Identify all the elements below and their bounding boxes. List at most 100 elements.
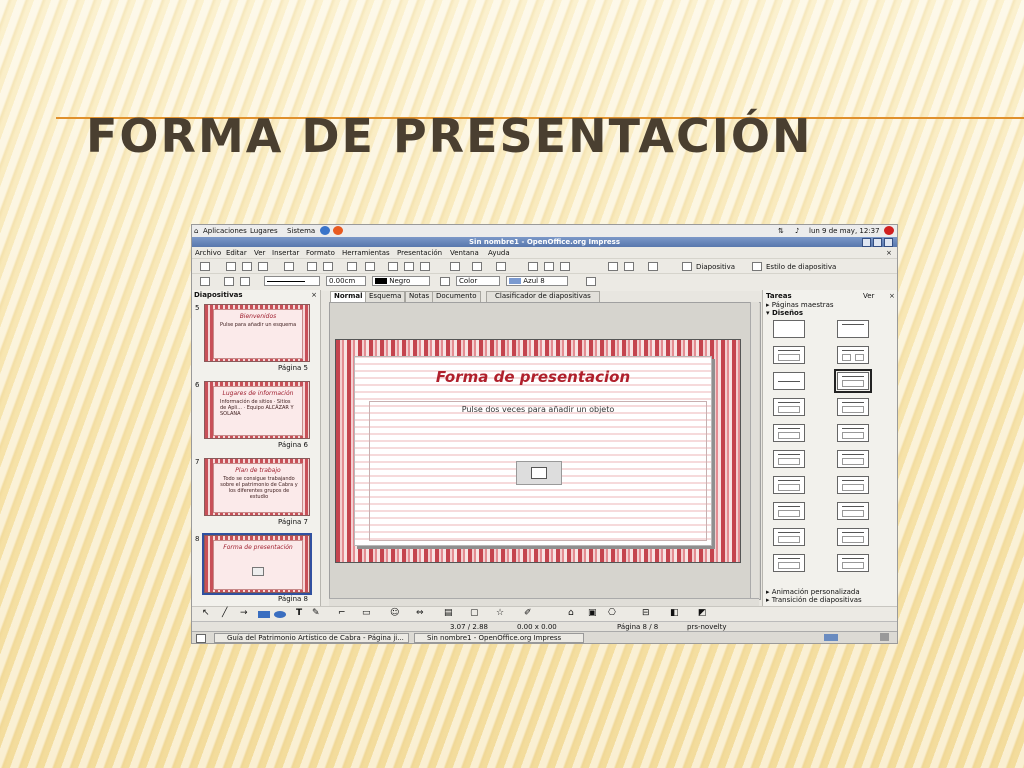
arrange-icon[interactable]: ◧ xyxy=(670,609,679,618)
line-color-select[interactable]: Negro xyxy=(372,276,430,286)
maximize-icon[interactable] xyxy=(873,238,882,247)
vertical-scrollbar[interactable] xyxy=(750,302,759,598)
export-pdf-icon[interactable] xyxy=(307,262,317,271)
slide-design-icon[interactable] xyxy=(752,262,762,271)
image-icon[interactable] xyxy=(560,262,570,271)
table-icon[interactable] xyxy=(544,262,554,271)
layout-title-clipart[interactable] xyxy=(773,450,805,468)
menu-ver[interactable]: Ver xyxy=(254,249,265,257)
volume-icon[interactable]: ♪ xyxy=(795,227,799,235)
menu-aplicaciones[interactable]: Aplicaciones xyxy=(203,227,247,235)
menu-lugares[interactable]: Lugares xyxy=(250,227,278,235)
points-icon[interactable] xyxy=(200,277,210,286)
slide-canvas[interactable]: Forma de presentacion Pulse dos veces pa… xyxy=(335,339,741,563)
arrow-style-icon[interactable] xyxy=(240,277,250,286)
layout-title-clipart-text[interactable] xyxy=(773,424,805,442)
layout-vertical-title-clipart[interactable] xyxy=(837,554,869,572)
area-color-select[interactable]: Azul 8 xyxy=(506,276,568,286)
layout-title-objects[interactable] xyxy=(773,502,805,520)
menu-ayuda[interactable]: Ayuda xyxy=(488,249,510,257)
slide-design-button[interactable]: Estilo de diapositiva xyxy=(766,263,836,271)
gallery-icon[interactable]: ▣ xyxy=(588,609,597,618)
object-placeholder[interactable]: Pulse dos veces para añadir un objeto xyxy=(369,401,707,541)
tasks-view-menu[interactable]: Ver xyxy=(863,292,874,300)
menu-archivo[interactable]: Archivo xyxy=(195,249,221,257)
chart-icon[interactable] xyxy=(528,262,538,271)
edit-file-icon[interactable] xyxy=(284,262,294,271)
paste-icon[interactable] xyxy=(420,262,430,271)
copy-icon[interactable] xyxy=(404,262,414,271)
menu-editar[interactable]: Editar xyxy=(226,249,247,257)
block-arrows-icon[interactable]: ⇔ xyxy=(416,609,424,618)
mail-icon[interactable] xyxy=(333,226,343,235)
menu-insertar[interactable]: Insertar xyxy=(272,249,299,257)
help-icon[interactable] xyxy=(648,262,658,271)
zoom-icon[interactable] xyxy=(624,262,634,271)
callouts-icon[interactable]: ▢ xyxy=(470,609,479,618)
basic-shapes-icon[interactable]: ▭ xyxy=(362,609,371,618)
slide-thumbnail[interactable]: Lugares de información Información de sit… xyxy=(204,381,310,439)
layout-vertical-title[interactable] xyxy=(773,554,805,572)
menu-presentacion[interactable]: Presentación xyxy=(397,249,442,257)
undo-icon[interactable] xyxy=(472,262,482,271)
extrusion-icon[interactable]: ◩ xyxy=(698,609,707,618)
ellipse-icon[interactable] xyxy=(274,611,286,618)
trash-icon[interactable] xyxy=(880,633,889,641)
line-style-select[interactable] xyxy=(264,276,320,286)
slide-thumbnail[interactable]: Bienvenidos Pulse para añadir un esquema xyxy=(204,304,310,362)
minimize-icon[interactable] xyxy=(862,238,871,247)
layout-title-text-object[interactable] xyxy=(773,476,805,494)
shadow-icon[interactable] xyxy=(586,277,596,286)
new-icon[interactable] xyxy=(200,262,210,271)
show-desktop-icon[interactable] xyxy=(196,634,206,643)
navigator-icon[interactable] xyxy=(608,262,618,271)
fontwork-icon[interactable]: ⎔ xyxy=(608,609,616,618)
open-icon[interactable] xyxy=(226,262,236,271)
menu-ventana[interactable]: Ventana xyxy=(450,249,479,257)
redo-icon[interactable] xyxy=(496,262,506,271)
layout-blank[interactable] xyxy=(773,320,805,338)
print-icon[interactable] xyxy=(323,262,333,271)
layout-title-object-text[interactable] xyxy=(837,476,869,494)
layout-title-vertical-text[interactable] xyxy=(837,528,869,546)
cut-icon[interactable] xyxy=(388,262,398,271)
layout-title-only[interactable] xyxy=(837,320,869,338)
menu-sistema[interactable]: Sistema xyxy=(287,227,315,235)
arrow-line-icon[interactable]: → xyxy=(240,609,248,618)
email-icon[interactable] xyxy=(258,262,268,271)
align-icon[interactable]: ⊟ xyxy=(642,609,650,618)
symbol-shapes-icon[interactable]: ☺ xyxy=(390,609,399,618)
layout-title-two-content[interactable] xyxy=(837,346,869,364)
from-file-icon[interactable]: ⌂ xyxy=(568,609,574,618)
slide-title-placeholder[interactable]: Forma de presentacion xyxy=(355,368,711,386)
section-master-pages[interactable]: ▸ Páginas maestras xyxy=(766,301,834,309)
slide-thumbnail[interactable]: Plan de trabajo Todo se consigue trabajan… xyxy=(204,458,310,516)
section-slide-transition[interactable]: ▸ Transición de diapositivas xyxy=(766,596,862,604)
layout-title-table[interactable] xyxy=(837,398,869,416)
select-icon[interactable]: ↖ xyxy=(202,609,210,618)
edit-points-icon[interactable]: ✐ xyxy=(524,609,532,618)
layout-title-chart-text[interactable] xyxy=(837,450,869,468)
slide-thumbnail-selected[interactable]: Forma de presentación xyxy=(202,533,312,595)
web-browser-icon[interactable] xyxy=(320,226,330,235)
line-icon[interactable]: ╱ xyxy=(222,609,227,618)
close-tasks-icon[interactable]: × xyxy=(889,292,895,300)
power-icon[interactable] xyxy=(884,226,894,235)
close-document-icon[interactable]: × xyxy=(886,249,892,257)
slide-button[interactable]: Diapositiva xyxy=(696,263,735,271)
taskbar-item-browser[interactable]: Guía del Patrimonio Artístico de Cabra -… xyxy=(214,633,409,643)
layout-title-four-objects[interactable] xyxy=(773,528,805,546)
flowchart-icon[interactable]: ▤ xyxy=(444,609,453,618)
workspace-switcher-icon[interactable] xyxy=(824,634,838,641)
layout-title-two-objects[interactable] xyxy=(837,502,869,520)
taskbar-item-impress[interactable]: Sin nombre1 - OpenOffice.org Impress xyxy=(414,633,584,643)
section-custom-animation[interactable]: ▸ Animación personalizada xyxy=(766,588,860,596)
autospell-icon[interactable] xyxy=(365,262,375,271)
layout-title-content[interactable] xyxy=(773,346,805,364)
rectangle-icon[interactable] xyxy=(258,611,270,618)
line-width-field[interactable]: 0.00cm xyxy=(326,276,366,286)
format-paintbrush-icon[interactable] xyxy=(450,262,460,271)
lock-icon[interactable] xyxy=(224,277,234,286)
close-panel-icon[interactable]: × xyxy=(311,291,317,299)
stars-icon[interactable]: ☆ xyxy=(496,609,504,618)
